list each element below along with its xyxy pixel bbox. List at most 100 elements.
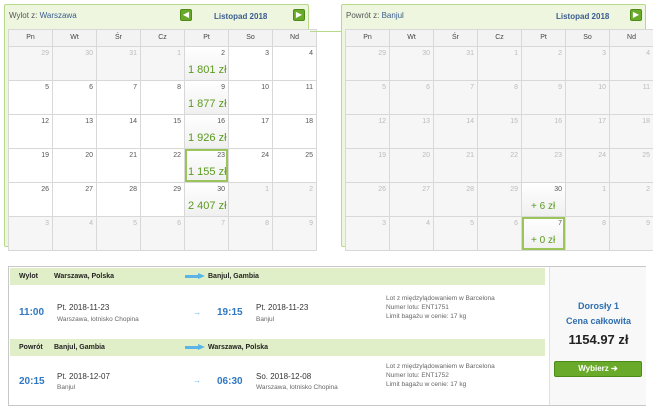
return-day-cell[interactable]: 26: [346, 183, 389, 216]
outbound-day-cell[interactable]: 9 1 877 zł: [185, 81, 228, 114]
day-number: 30: [85, 50, 93, 57]
return-day-cell[interactable]: 2: [522, 47, 565, 80]
outbound-day-cell[interactable]: 2 1 801 zł: [185, 47, 228, 80]
outbound-day-cell[interactable]: 29: [9, 47, 52, 80]
outbound-day-cell[interactable]: 4: [273, 47, 316, 80]
return-day-cell[interactable]: 7: [434, 81, 477, 114]
outbound-day-cell[interactable]: 31: [97, 47, 140, 80]
return-day-cell[interactable]: 8: [566, 217, 609, 250]
return-day-cell[interactable]: 8: [478, 81, 521, 114]
outbound-day-cell[interactable]: 7: [97, 81, 140, 114]
return-day-cell[interactable]: 29: [478, 183, 521, 216]
return-day-cell[interactable]: 1: [478, 47, 521, 80]
return-day-cell[interactable]: 7 + 0 zł: [522, 217, 565, 250]
return-day-cell[interactable]: 22: [478, 149, 521, 182]
outbound-day-cell[interactable]: 6: [141, 217, 184, 250]
outbound-prev-month-button[interactable]: ◀: [180, 9, 192, 21]
return-day-cell[interactable]: 1: [566, 183, 609, 216]
return-day-cell[interactable]: 4: [390, 217, 433, 250]
outbound-day-cell[interactable]: 26: [9, 183, 52, 216]
day-number: 2: [646, 186, 650, 193]
return-day-cell[interactable]: 12: [346, 115, 389, 148]
outbound-day-cell[interactable]: 1: [141, 47, 184, 80]
return-day-cell[interactable]: 20: [390, 149, 433, 182]
outbound-day-cell[interactable]: 10: [229, 81, 272, 114]
return-day-cell[interactable]: 3: [566, 47, 609, 80]
outbound-day-cell[interactable]: 30: [53, 47, 96, 80]
outbound-day-cell[interactable]: 8: [229, 217, 272, 250]
day-number: 31: [129, 50, 137, 57]
return-day-cell[interactable]: 27: [390, 183, 433, 216]
return-day-cell[interactable]: 14: [434, 115, 477, 148]
return-day-cell[interactable]: 4: [610, 47, 653, 80]
return-day-cell[interactable]: 17: [566, 115, 609, 148]
weekday-header: Śr: [434, 30, 477, 46]
return-day-cell[interactable]: 30: [390, 47, 433, 80]
outbound-day-cell[interactable]: 25: [273, 149, 316, 182]
return-day-cell[interactable]: 15: [478, 115, 521, 148]
outbound-day-cell[interactable]: 11: [273, 81, 316, 114]
day-number: 7: [133, 84, 137, 91]
outbound-day-cell[interactable]: 2: [273, 183, 316, 216]
outbound-day-cell[interactable]: 29: [141, 183, 184, 216]
outbound-day-cell[interactable]: 12: [9, 115, 52, 148]
outbound-day-cell[interactable]: 9: [273, 217, 316, 250]
outbound-day-cell[interactable]: 28: [97, 183, 140, 216]
outbound-day-cell[interactable]: 21: [97, 149, 140, 182]
outbound-day-cell[interactable]: 6: [53, 81, 96, 114]
return-day-cell[interactable]: 10: [566, 81, 609, 114]
return-day-cell[interactable]: 6: [478, 217, 521, 250]
return-day-cell[interactable]: 13: [390, 115, 433, 148]
outbound-day-cell[interactable]: 19: [9, 149, 52, 182]
outbound-day-cell[interactable]: 5: [97, 217, 140, 250]
outbound-day-cell[interactable]: 4: [53, 217, 96, 250]
return-day-cell[interactable]: 24: [566, 149, 609, 182]
outbound-day-cell[interactable]: 13: [53, 115, 96, 148]
outbound-day-cell[interactable]: 8: [141, 81, 184, 114]
outbound-day-cell[interactable]: 14: [97, 115, 140, 148]
outbound-day-cell[interactable]: 30 2 407 zł: [185, 183, 228, 216]
return-day-cell[interactable]: 23: [522, 149, 565, 182]
outbound-day-cell[interactable]: 17: [229, 115, 272, 148]
return-day-cell[interactable]: 31: [434, 47, 477, 80]
return-day-cell[interactable]: 3: [346, 217, 389, 250]
outbound-day-cell[interactable]: 20: [53, 149, 96, 182]
return-day-cell[interactable]: 5: [434, 217, 477, 250]
return-day-cell[interactable]: 28: [434, 183, 477, 216]
day-number: 4: [646, 50, 650, 57]
return-next-month-button[interactable]: ▶: [630, 9, 642, 21]
outbound-day-cell[interactable]: 1: [229, 183, 272, 216]
outbound-day-cell[interactable]: 24: [229, 149, 272, 182]
outbound-day-cell[interactable]: 23 1 155 zł: [185, 149, 228, 182]
return-day-cell[interactable]: 30 + 6 zł: [522, 183, 565, 216]
weekday-header: Wt: [390, 30, 433, 46]
outbound-day-cell[interactable]: 3: [9, 217, 52, 250]
return-day-cell[interactable]: 6: [390, 81, 433, 114]
return-day-cell[interactable]: 5: [346, 81, 389, 114]
day-number: 20: [422, 152, 430, 159]
return-day-cell[interactable]: 11: [610, 81, 653, 114]
outbound-departure-time: 11:00: [19, 307, 45, 318]
outbound-day-cell[interactable]: 15: [141, 115, 184, 148]
day-number: 6: [177, 220, 181, 227]
return-segment-header: Powrót Banjul, Gambia Warszawa, Polska: [10, 339, 545, 356]
outbound-next-month-button[interactable]: ▶: [293, 9, 305, 21]
outbound-day-cell[interactable]: 27: [53, 183, 96, 216]
return-day-cell[interactable]: 21: [434, 149, 477, 182]
return-day-cell[interactable]: 2: [610, 183, 653, 216]
return-day-cell[interactable]: 18: [610, 115, 653, 148]
outbound-day-cell[interactable]: 22: [141, 149, 184, 182]
return-day-cell[interactable]: 25: [610, 149, 653, 182]
return-day-cell[interactable]: 9: [610, 217, 653, 250]
outbound-day-cell[interactable]: 16 1 926 zł: [185, 115, 228, 148]
outbound-day-cell[interactable]: 18: [273, 115, 316, 148]
return-day-cell[interactable]: 29: [346, 47, 389, 80]
select-button[interactable]: Wybierz ➔: [554, 361, 642, 377]
outbound-day-cell[interactable]: 7: [185, 217, 228, 250]
return-day-cell[interactable]: 9: [522, 81, 565, 114]
outbound-day-cell[interactable]: 5: [9, 81, 52, 114]
return-day-cell[interactable]: 19: [346, 149, 389, 182]
return-day-cell[interactable]: 16: [522, 115, 565, 148]
outbound-day-cell[interactable]: 3: [229, 47, 272, 80]
day-number: 6: [426, 84, 430, 91]
